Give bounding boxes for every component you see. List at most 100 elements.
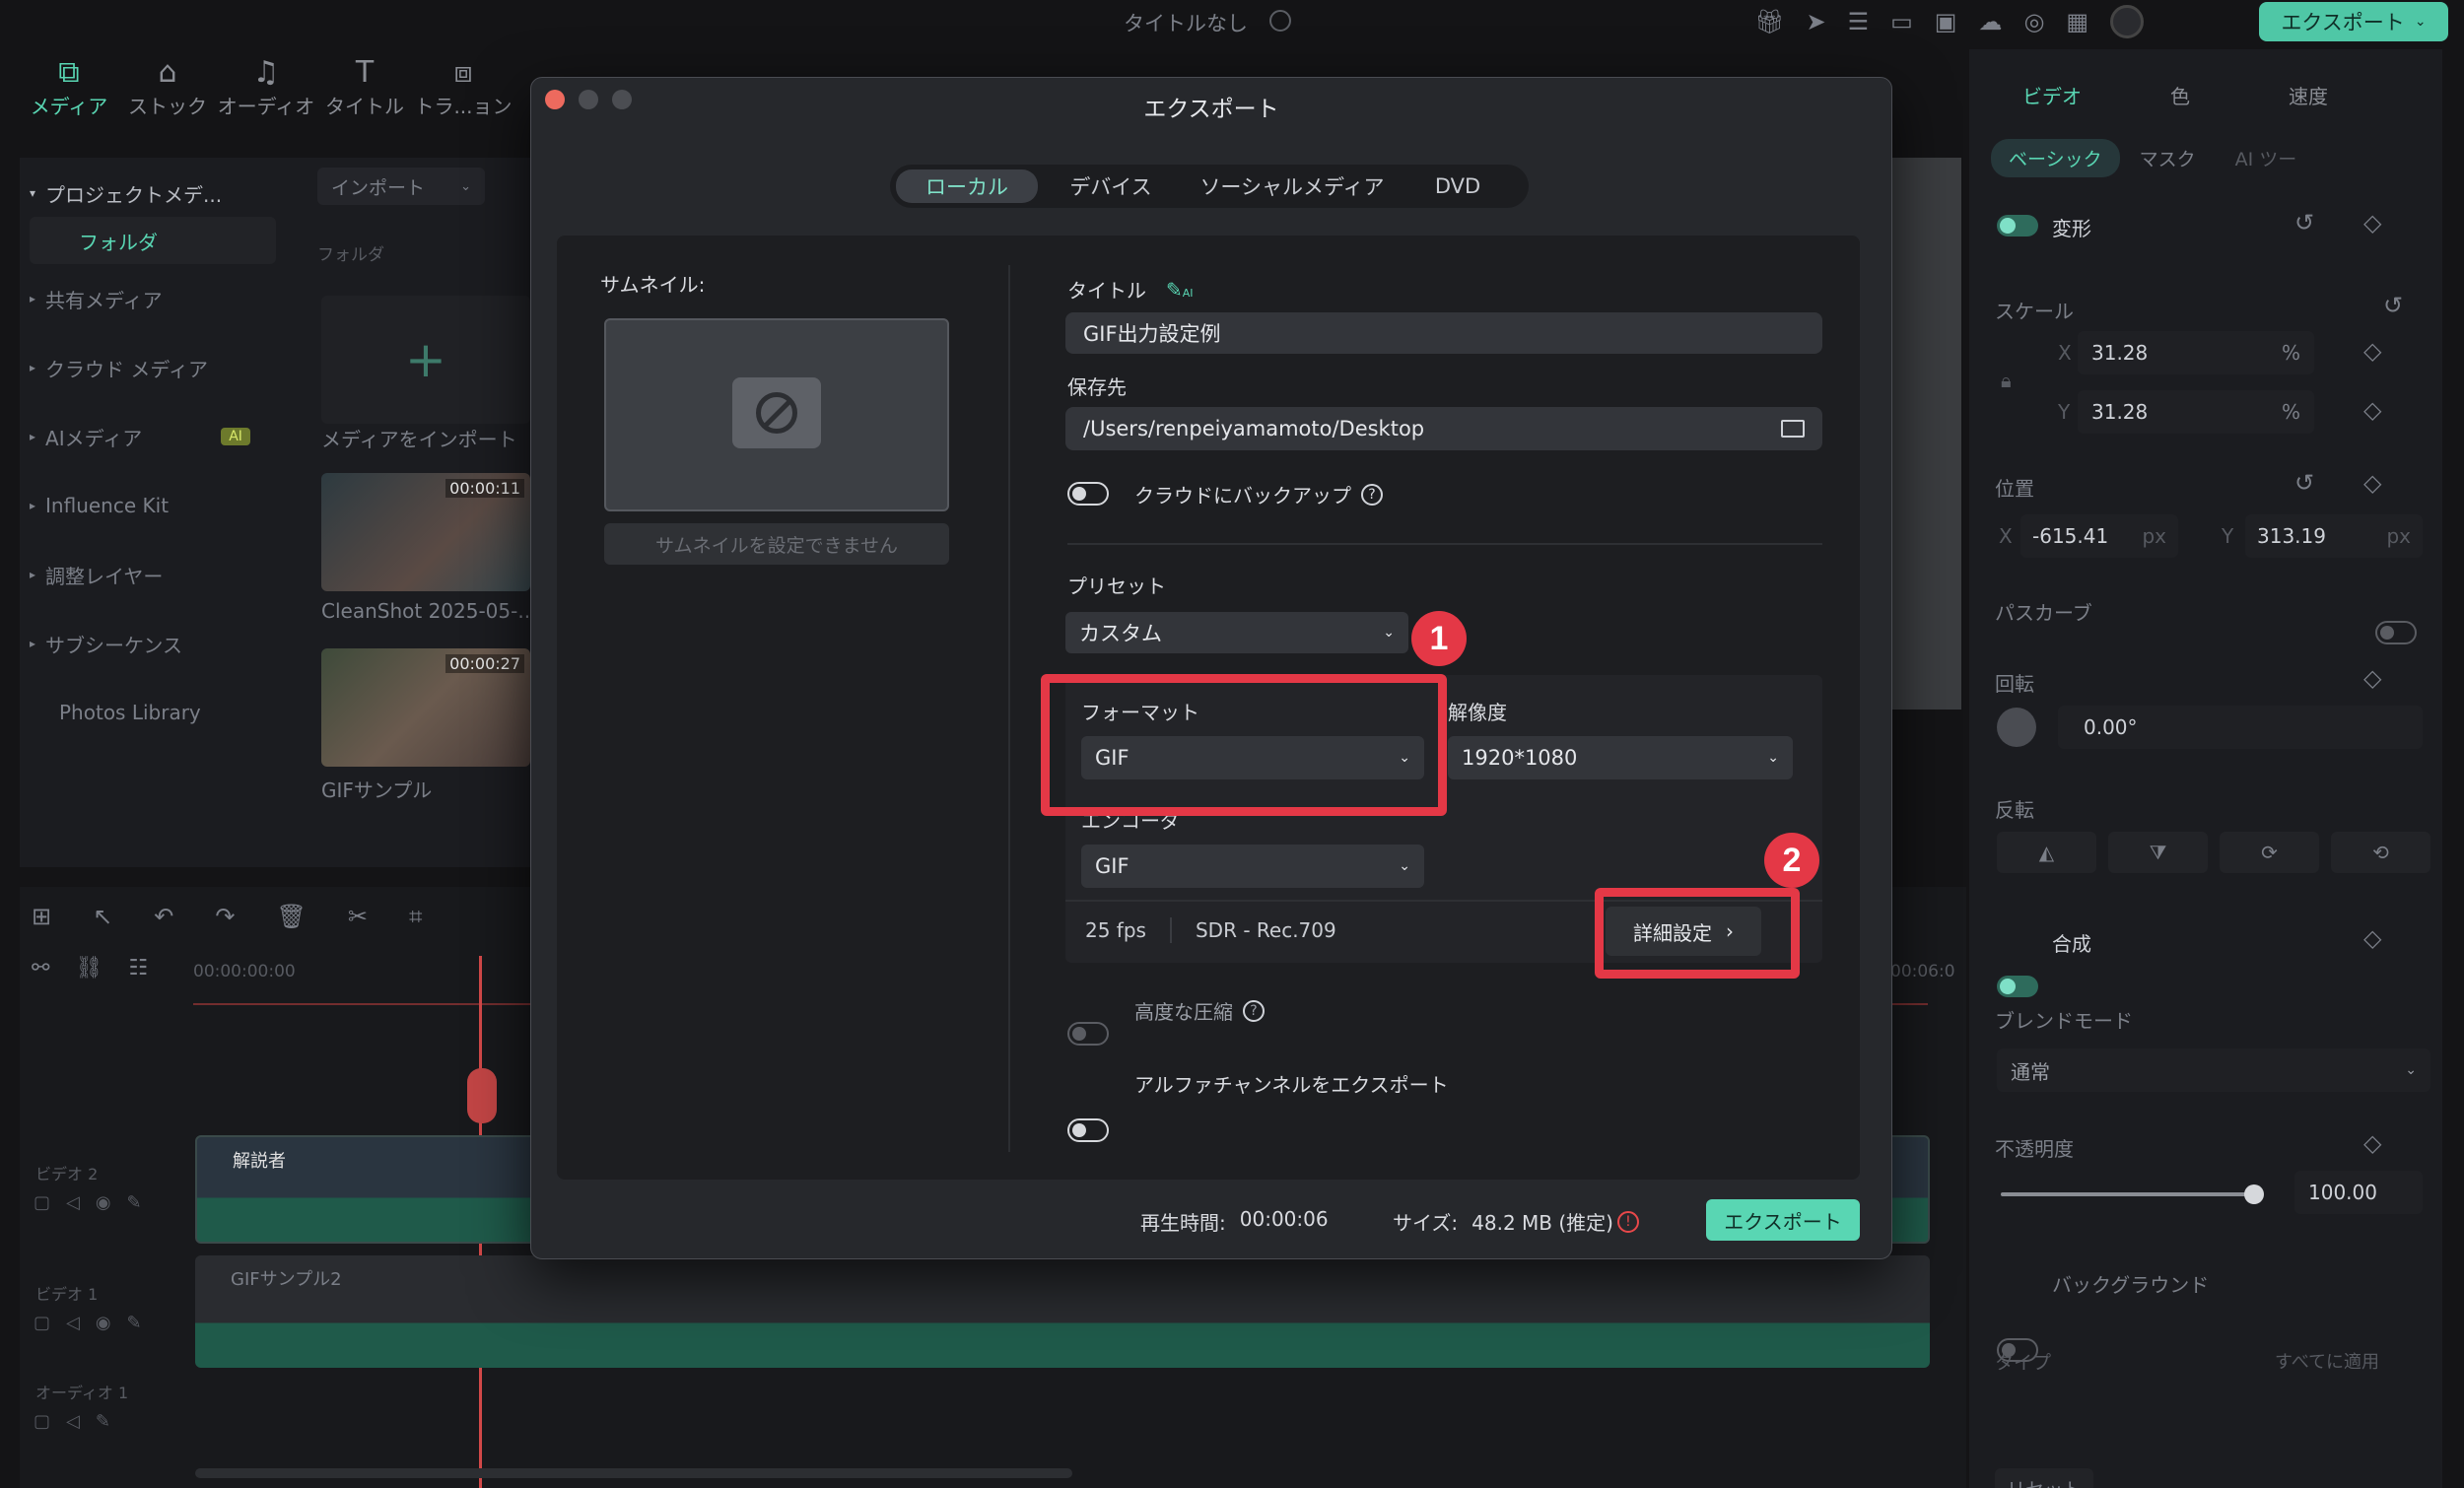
rotate-cw-icon[interactable]: ⟳ (2220, 832, 2319, 873)
cloud-backup-toggle[interactable] (1067, 482, 1109, 506)
transform-toggle[interactable] (1997, 215, 2038, 237)
alpha-channel-toggle[interactable] (1067, 1118, 1109, 1142)
undo-icon[interactable]: ↶ (154, 903, 173, 930)
lock-icon[interactable]: 🔒︎ (2001, 369, 2012, 392)
toolbar-title[interactable]: T タイトル (315, 55, 414, 144)
path-curve-toggle[interactable] (2375, 621, 2417, 644)
sidebar-item-cloud-media[interactable]: ▸ クラウド メディア (30, 333, 276, 402)
rotate-ccw-icon[interactable]: ⟲ (2331, 832, 2430, 873)
redo-icon[interactable]: ↷ (215, 903, 235, 930)
keyframe-diamond-icon[interactable]: ◇ (2363, 469, 2381, 497)
flip-horizontal-icon[interactable]: ◭ (1997, 832, 2096, 873)
gift-icon[interactable]: 🎁︎ (1754, 8, 1784, 35)
keyframe-diamond-icon[interactable]: ◇ (2363, 1129, 2381, 1157)
encoder-select[interactable]: GIF ⌄ (1081, 845, 1424, 888)
tab-local[interactable]: ローカル (896, 169, 1038, 203)
position-x-field[interactable]: -615.41 px (2020, 514, 2178, 558)
sidebar-item-project-media[interactable]: ▾ プロジェクトメデ... (30, 169, 276, 217)
checklist-icon[interactable]: ☰ (1848, 8, 1870, 35)
reset-icon[interactable]: ↺ (2294, 469, 2314, 497)
save-icon[interactable]: ▣ (1935, 8, 1957, 35)
composite-toggle[interactable] (1997, 976, 2038, 997)
track-controls-icons[interactable]: ▢◁✎ (34, 1411, 126, 1432)
ai-pen-icon[interactable]: ✎AI (1166, 278, 1194, 302)
media-thumb-gif-sample[interactable]: 00:00:27 (321, 648, 530, 767)
top-export-button[interactable]: エクスポート ⌄ (2259, 2, 2448, 41)
flip-vertical-icon[interactable]: ⧩ (2108, 832, 2208, 873)
sidebar-item-influence-kit[interactable]: ▸ Influence Kit (30, 471, 276, 540)
opacity-slider[interactable] (2001, 1184, 2264, 1204)
toolbar-stock[interactable]: ⌂ ストック (118, 55, 217, 144)
tab-dvd[interactable]: DVD (1401, 174, 1515, 198)
sidebar-item-shared-media[interactable]: ▸ 共有メディア (30, 264, 276, 333)
media-thumb-cleanshot[interactable]: 00:00:11 (321, 473, 530, 591)
track-controls-icons[interactable]: ▢◁◉✎ (34, 1192, 158, 1213)
tab-color[interactable]: 色 (2121, 81, 2239, 109)
toolbar-media[interactable]: ⧉ メディア (20, 55, 118, 144)
timeline-scrollbar[interactable] (195, 1468, 1072, 1478)
title-input[interactable]: GIF出力設定例 (1065, 312, 1822, 354)
reset-icon[interactable]: ↺ (2294, 209, 2314, 237)
opacity-field[interactable]: 100.00 (2294, 1171, 2423, 1214)
resolution-label: 解像度 (1448, 701, 1507, 724)
tab-social-media[interactable]: ソーシャルメディア (1184, 171, 1401, 201)
subtab-basic[interactable]: ベーシック (1991, 138, 2120, 177)
scale-x-field[interactable]: 31.28% (2078, 331, 2314, 374)
import-media-tile[interactable]: + (321, 296, 530, 424)
help-icon[interactable]: ? (1243, 999, 1265, 1022)
tab-speed[interactable]: 速度 (2239, 81, 2377, 109)
rotation-dial[interactable] (1997, 708, 2036, 747)
send-icon[interactable]: ➤ (1806, 8, 1825, 35)
layout-grid-icon[interactable]: ⊞ (32, 903, 51, 930)
headset-icon[interactable]: ◎ (2023, 8, 2044, 35)
scale-y-field[interactable]: 31.28% (2078, 390, 2314, 434)
preset-select[interactable]: カスタム ⌄ (1065, 612, 1408, 653)
reset-button[interactable]: リセット (1995, 1468, 2093, 1488)
export-button[interactable]: エクスポート (1706, 1199, 1860, 1241)
unlink-icon[interactable]: ⚯ (32, 956, 49, 991)
save-location-input[interactable]: /Users/renpeiyamamoto/Desktop (1065, 407, 1822, 450)
warning-icon[interactable]: ! (1616, 1210, 1639, 1233)
select-arrow-icon[interactable]: ↖ (93, 903, 112, 930)
keyframe-diamond-icon[interactable]: ◇ (2363, 664, 2381, 692)
sidebar-item-folder[interactable]: フォルダ (30, 217, 276, 264)
scissors-icon[interactable]: ✂ (348, 903, 368, 930)
import-dropdown[interactable]: インポート ⌄ (317, 168, 485, 205)
toolbar-transition[interactable]: ⧈ トラ...ョン (414, 55, 513, 144)
reset-icon[interactable]: ↺ (2383, 292, 2403, 319)
position-label: 位置 (1995, 477, 2034, 501)
sidebar-item-adjustment-layer[interactable]: ▸ 調整レイヤー (30, 540, 276, 609)
keyframe-diamond-icon[interactable]: ◇ (2363, 337, 2381, 365)
opacity-slider-knob[interactable] (2243, 1184, 2264, 1204)
track-manage-icon[interactable]: ☷ (128, 956, 148, 991)
playhead-split-handle[interactable] (467, 1068, 497, 1123)
folder-icon[interactable] (1781, 420, 1805, 438)
tab-video[interactable]: ビデオ (1983, 81, 2121, 109)
sidebar-item-subsequence[interactable]: ▸ サブシーケンス (30, 609, 276, 678)
blend-mode-select[interactable]: 通常 ⌄ (1997, 1048, 2430, 1092)
layout-icon[interactable]: ▭ (1890, 8, 1913, 35)
rotation-field[interactable]: 0.00° (2058, 706, 2423, 749)
avatar[interactable] (2110, 5, 2145, 38)
video1-clip[interactable]: GIFサンプル2 (195, 1255, 1930, 1368)
sidebar-item-ai-media[interactable]: ▸ AIメディア AI (30, 402, 276, 471)
track-controls-icons[interactable]: ▢◁◉✎ (34, 1313, 158, 1333)
position-y-field[interactable]: 313.19 px (2245, 514, 2423, 558)
apps-grid-icon[interactable]: ▦ (2066, 8, 2088, 35)
tab-device[interactable]: デバイス (1038, 171, 1184, 201)
crop-icon[interactable]: ⌗ (409, 903, 423, 930)
subtab-mask[interactable]: マスク (2140, 145, 2196, 171)
toolbar-audio[interactable]: ♫ オーディオ (217, 55, 315, 144)
apply-all-button[interactable]: すべてに適用 (2275, 1348, 2379, 1374)
delete-icon[interactable]: 🗑︎ (276, 903, 306, 930)
subtab-ai-tools[interactable]: AI ツー (2235, 145, 2297, 171)
cloud-upload-icon[interactable]: ☁ (1978, 8, 2002, 35)
advanced-compression-toggle[interactable] (1067, 1022, 1109, 1046)
sidebar-item-photos-library[interactable]: Photos Library (30, 678, 276, 747)
link-icon[interactable]: ⛓︎ (75, 956, 103, 991)
keyframe-diamond-icon[interactable]: ◇ (2363, 209, 2381, 237)
resolution-select[interactable]: 1920*1080 ⌄ (1448, 736, 1793, 779)
keyframe-diamond-icon[interactable]: ◇ (2363, 924, 2381, 952)
help-icon[interactable]: ? (1361, 483, 1383, 506)
keyframe-diamond-icon[interactable]: ◇ (2363, 396, 2381, 424)
